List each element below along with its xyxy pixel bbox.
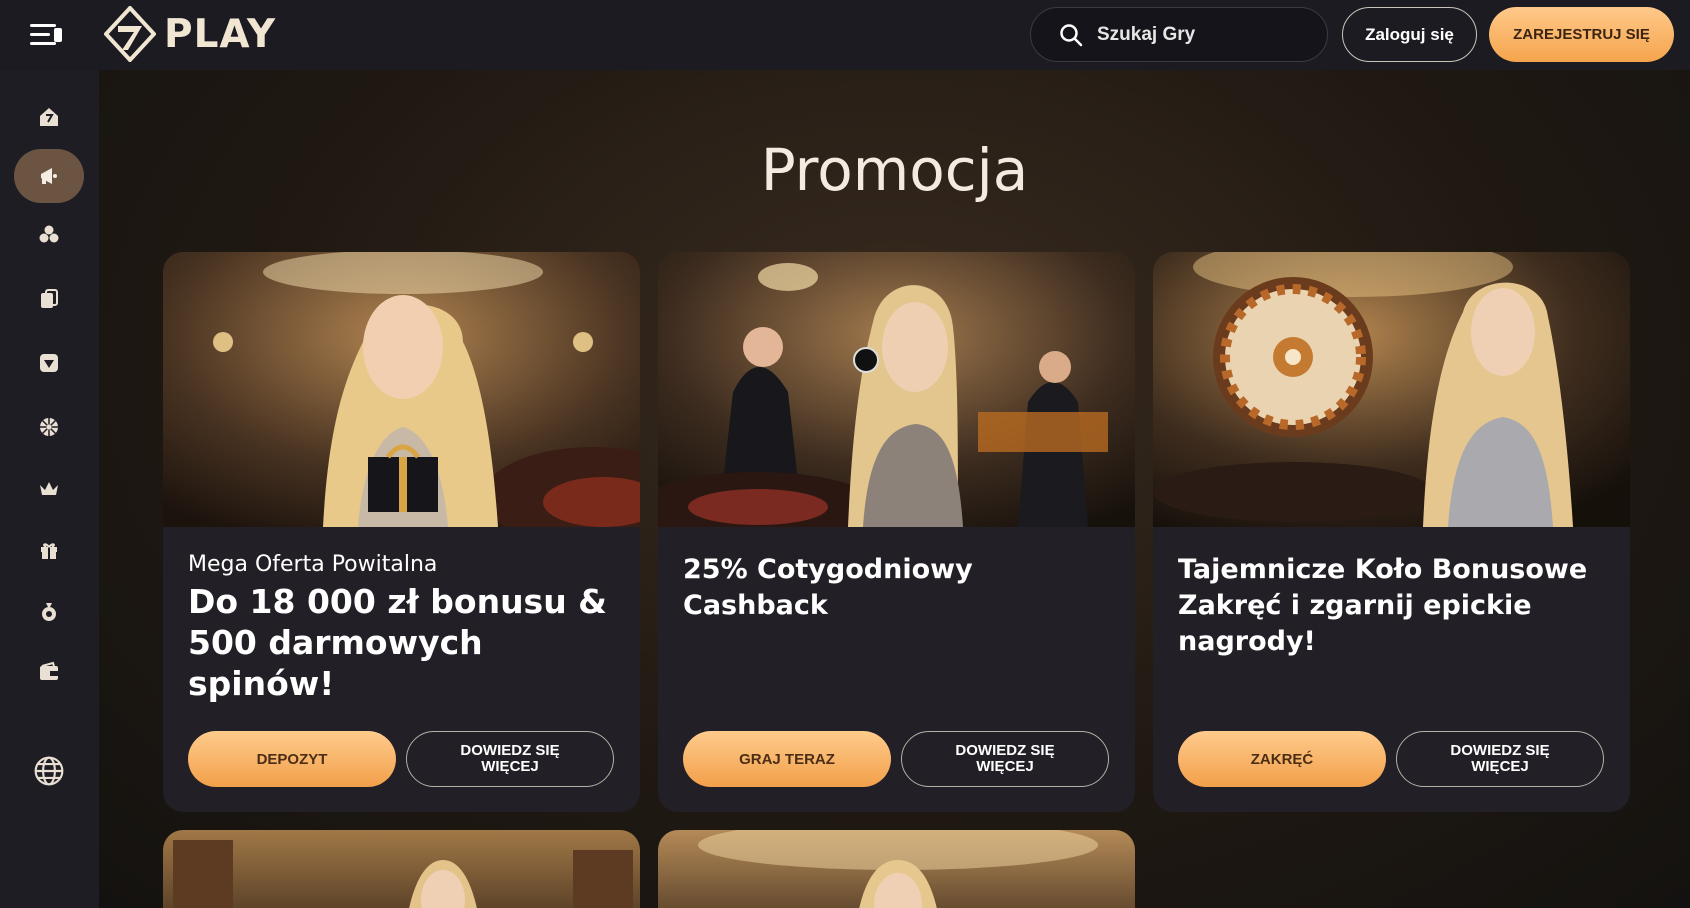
sidebar-item-cards[interactable] — [14, 272, 84, 326]
promo-title: 25% Cotygodniowy Cashback — [683, 554, 973, 621]
deposit-button[interactable]: DEPOZYT — [188, 731, 396, 787]
search-icon — [1060, 23, 1083, 46]
sidebar-item-wallet[interactable] — [14, 645, 84, 699]
logo-text: PLAY — [164, 11, 277, 57]
casino-chips-icon — [39, 225, 59, 243]
learn-more-button[interactable]: DOWIEDZ SIĘ WIĘCEJ — [901, 731, 1109, 787]
page-title: Promocja — [760, 136, 1029, 204]
login-button[interactable]: Zaloguj się — [1342, 7, 1477, 62]
sidebar-item-bonuses[interactable] — [14, 523, 84, 577]
promo-image — [658, 830, 1135, 908]
register-button[interactable]: ZAREJESTRUJ SIĘ — [1489, 7, 1674, 62]
play-now-button[interactable]: GRAJ TERAZ — [683, 731, 891, 787]
sidebar-item-wheel[interactable] — [14, 400, 84, 454]
promo-title: Tajemnicze Koło Bonusowe Zakręć i zgarni… — [1178, 554, 1588, 657]
cards-icon — [41, 289, 58, 308]
diamond-icon — [40, 354, 58, 372]
wallet-icon — [40, 661, 58, 680]
promo-card: Mega Oferta Powitalna Do 18 000 zł bonus… — [163, 252, 640, 812]
spin-button[interactable]: ZAKRĘĆ — [1178, 731, 1386, 787]
sidebar-item-language[interactable] — [14, 744, 84, 798]
wheel-icon — [40, 418, 58, 436]
promo-image — [1153, 252, 1630, 527]
sidebar-item-promotions[interactable] — [14, 149, 84, 203]
promo-card: Tajemnicze Koło Bonusowe Zakręć i zgarni… — [1153, 252, 1630, 812]
promo-image — [163, 252, 640, 527]
promo-card-partial — [658, 830, 1135, 908]
search-box[interactable] — [1030, 7, 1328, 62]
main-content: Promocja Mega Oferta Powitalna Do 18 000… — [99, 70, 1690, 908]
top-header: PLAY Zaloguj się ZAREJESTRUJ SIĘ — [0, 0, 1690, 70]
sidebar — [0, 70, 99, 908]
gift-icon — [41, 543, 57, 559]
globe-icon — [34, 756, 64, 786]
home-icon — [40, 108, 58, 126]
learn-more-button[interactable]: DOWIEDZ SIĘ WIĘCEJ — [1396, 731, 1604, 787]
sidebar-item-cashback[interactable] — [14, 584, 84, 638]
sidebar-item-vip[interactable] — [14, 336, 84, 390]
moneybag-icon — [42, 603, 56, 621]
crown-icon — [40, 482, 58, 495]
promo-subtitle: Mega Oferta Powitalna — [188, 552, 438, 577]
promo-image — [163, 830, 640, 908]
sidebar-item-loyalty[interactable] — [14, 462, 84, 516]
sidebar-item-home[interactable] — [14, 90, 84, 144]
brand-logo[interactable]: PLAY — [104, 6, 276, 62]
menu-toggle-icon[interactable] — [26, 20, 66, 50]
promo-card: 25% Cotygodniowy Cashback GRAJ TERAZ DOW… — [658, 252, 1135, 812]
promo-card-partial — [163, 830, 640, 908]
learn-more-button[interactable]: DOWIEDZ SIĘ WIĘCEJ — [406, 731, 614, 787]
promo-title: Do 18 000 zł bonusu & 500 darmowych spin… — [188, 582, 607, 703]
logo-seven-icon — [104, 6, 156, 62]
promo-megaphone-icon — [41, 168, 57, 184]
search-input[interactable] — [1097, 23, 1317, 46]
sidebar-item-casino[interactable] — [14, 208, 84, 262]
promo-image — [658, 252, 1135, 527]
